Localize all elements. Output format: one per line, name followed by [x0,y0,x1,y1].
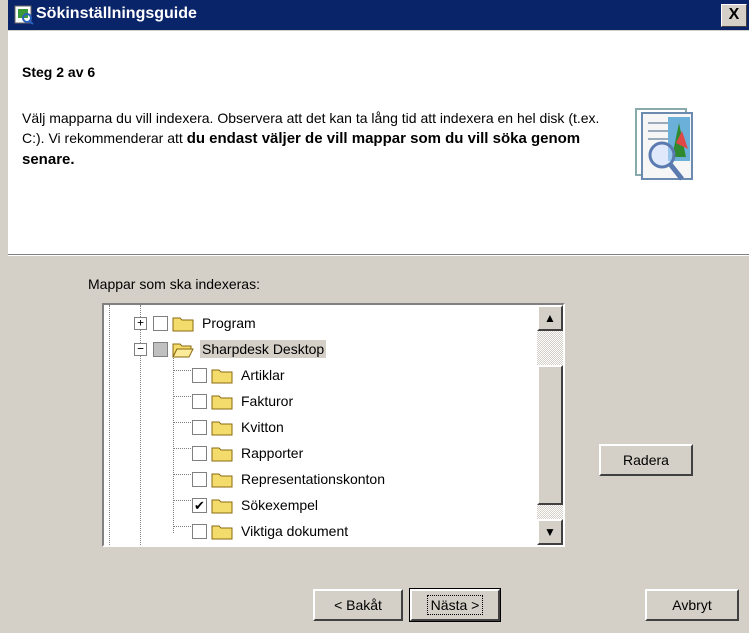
vertical-scrollbar[interactable]: ▲ ▼ [537,305,563,545]
folder-icon [211,525,233,540]
document-search-icon [635,108,693,181]
scroll-down-button[interactable]: ▼ [537,519,563,545]
arrow-up-icon: ▲ [544,311,556,325]
scroll-up-button[interactable]: ▲ [537,305,563,331]
tree-line [173,448,191,449]
title-bar[interactable]: Sökinställningsguide X [8,0,749,30]
scrollbar-thumb[interactable] [537,365,563,505]
folder-list-label: Mappar som ska indexeras: [88,276,260,292]
tree-item-label: Fakturor [241,393,294,409]
back-button-label: < Bakåt [334,597,382,613]
tree-line [173,370,191,371]
folder-tree[interactable]: + Program − Sharpdesk Desktop Artiklar F… [102,303,565,547]
tree-item-label: Representationskonton [241,471,385,487]
header-separator [8,254,749,256]
tree-item-representationskonton[interactable]: Representationskonton [192,466,387,492]
folder-icon [211,499,233,514]
tree-item-label: Kvitton [241,419,284,435]
close-icon: X [728,6,740,23]
back-button[interactable]: < Bakåt [313,589,403,621]
tree-item-sharpdesk-desktop[interactable]: − Sharpdesk Desktop [134,336,327,362]
step-indicator: Steg 2 av 6 [22,64,96,80]
tree-item-label: Sharpdesk Desktop [200,340,327,358]
open-folder-icon [172,343,194,358]
close-button[interactable]: X [721,4,747,27]
expand-icon[interactable]: + [134,316,147,330]
step-description: Välj mapparna du vill indexera. Observer… [22,108,612,170]
next-button-label: Nästa > [426,595,484,615]
tree-line [173,526,191,527]
folder-icon [211,447,233,462]
window-left-edge [0,0,8,633]
wizard-window: Sökinställningsguide X Steg 2 av 6 Välj … [0,0,749,633]
next-button[interactable]: Nästa > [409,588,501,622]
tree-item-label: Sökexempel [241,497,319,513]
remove-button[interactable]: Radera [599,444,693,476]
folder-icon [211,421,233,436]
tree-item-viktiga-dokument[interactable]: Viktiga dokument [192,518,350,544]
tree-item-kvitton[interactable]: Kvitton [192,414,286,440]
arrow-down-icon: ▼ [544,525,556,539]
checkmark-icon: ✔ [194,497,205,513]
remove-button-label: Radera [623,452,669,468]
cancel-button-label: Avbryt [672,597,712,613]
cancel-button[interactable]: Avbryt [645,589,739,621]
tree-item-fakturor[interactable]: Fakturor [192,388,295,414]
tree-item-program[interactable]: + Program [134,310,258,336]
tree-item-rapporter[interactable]: Rapporter [192,440,305,466]
tree-line [109,305,110,545]
tree-line [173,474,191,475]
tree-item-sokexempel[interactable]: ✔ Sökexempel [192,492,320,518]
tree-checkbox[interactable] [153,315,168,331]
tree-item-label: Viktiga dokument [241,523,349,539]
tree-item-label: Rapporter [241,445,304,461]
folder-icon [211,473,233,488]
tree-line [173,422,191,423]
tree-item-label: Artiklar [241,367,285,383]
tree-line [173,396,191,397]
window-title: Sökinställningsguide [36,5,197,22]
tree-line [173,353,174,533]
tree-checkbox[interactable] [192,471,207,487]
folder-icon [172,317,194,332]
folder-tree-content: + Program − Sharpdesk Desktop Artiklar F… [104,305,534,545]
tree-checkbox[interactable] [192,419,207,435]
wizard-header: Steg 2 av 6 Välj mapparna du vill indexe… [8,31,749,254]
tree-checkbox[interactable] [192,445,207,461]
tree-checkbox[interactable] [153,341,168,357]
folder-icon [211,369,233,384]
search-wizard-app-icon [14,5,34,25]
tree-checkbox[interactable] [192,393,207,409]
tree-checkbox[interactable] [192,523,207,539]
tree-checkbox[interactable]: ✔ [192,497,207,513]
tree-item-label: Program [202,315,256,331]
collapse-icon[interactable]: − [134,342,147,356]
tree-item-artiklar[interactable]: Artiklar [192,362,287,388]
folder-icon [211,395,233,410]
tree-line [173,500,191,501]
tree-checkbox[interactable] [192,367,207,383]
